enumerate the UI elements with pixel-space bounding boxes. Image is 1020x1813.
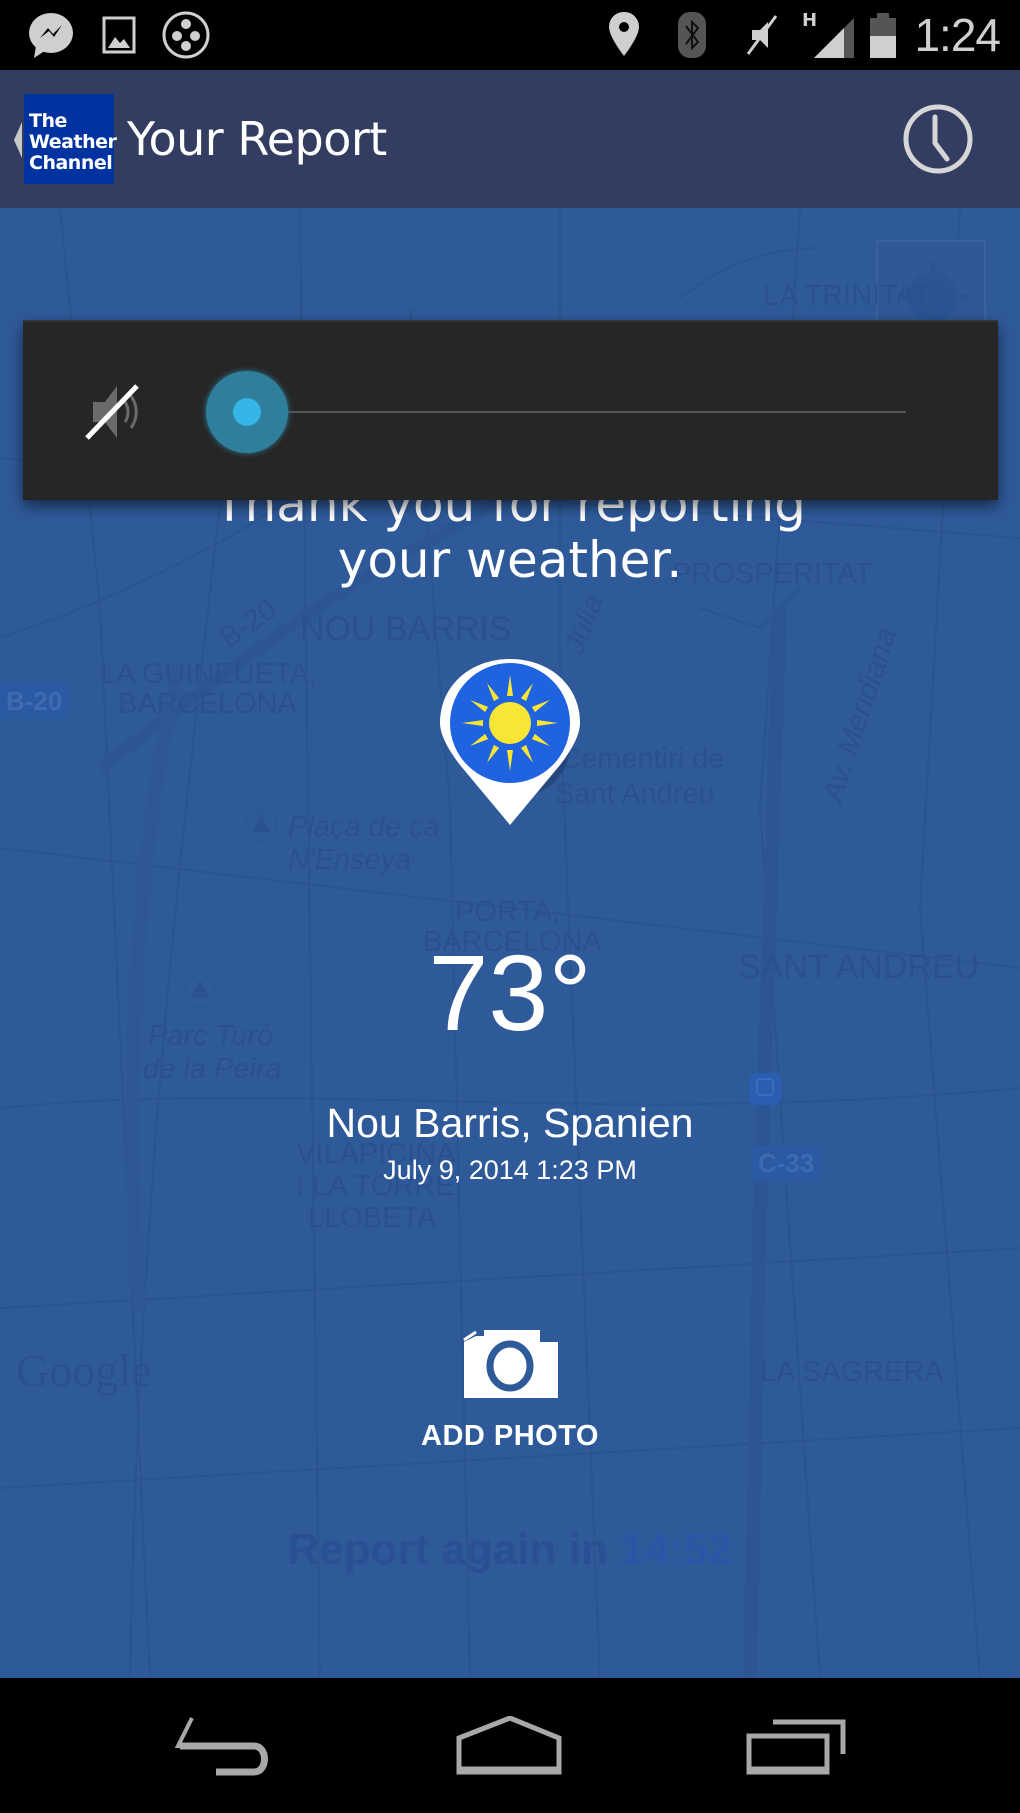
slider-thumb[interactable] <box>233 398 261 426</box>
temperature-value: 73° <box>428 932 592 1053</box>
status-bar: H 1:24 <box>0 0 1020 70</box>
thank-you-line-2: your weather. <box>337 531 683 589</box>
map-label: NOU BARRIS <box>300 610 512 648</box>
weather-channel-logo[interactable]: The Weather Channel <box>24 94 117 184</box>
location-name: Nou Barris, Spanien <box>326 1100 694 1146</box>
logo-line: Channel <box>29 152 113 174</box>
up-chevron-icon[interactable] <box>12 120 24 160</box>
report-datetime: July 9, 2014 1:23 PM <box>383 1155 637 1185</box>
volume-panel <box>23 320 998 500</box>
gallery-icon <box>102 16 136 54</box>
volume-muted-icon[interactable] <box>83 380 153 444</box>
volume-slider[interactable] <box>206 362 931 462</box>
map-label: Cementiri de <box>560 743 725 775</box>
route-badge: B-20 <box>0 684 69 719</box>
history-clock-icon[interactable] <box>902 103 974 175</box>
vibrate-off-icon <box>746 15 778 55</box>
map-label: Plaça de ca <box>288 811 440 843</box>
recents-icon[interactable] <box>745 1716 855 1776</box>
logo-line: The <box>29 110 67 132</box>
report-again-text: Report again in <box>287 1525 608 1574</box>
map-label: LA TRINITAT <box>763 280 931 312</box>
google-watermark: Google <box>16 1345 152 1396</box>
map-label: de la Peira <box>143 1053 282 1085</box>
clock-time: 1:24 <box>914 9 1001 61</box>
map-label: LA GUINEUETA, <box>100 658 318 690</box>
navigation-bar <box>0 1678 1020 1813</box>
page-title: Your Report <box>127 112 387 166</box>
report-again-timer: Report again in 14:52 <box>0 1525 1020 1575</box>
logo-line: Weather <box>29 131 117 153</box>
map-label: PORTA, <box>455 896 561 928</box>
sunny-weather-pin-icon <box>440 659 580 825</box>
home-icon[interactable] <box>455 1716 565 1776</box>
hangouts-circle-icon <box>162 11 210 59</box>
back-icon[interactable] <box>172 1716 282 1776</box>
signal-icon <box>814 18 854 58</box>
park-icon <box>244 808 278 842</box>
map-label: LLOBETA <box>308 1202 437 1234</box>
slider-track <box>246 411 906 413</box>
bluetooth-icon <box>678 12 706 58</box>
map-label: LA SAGRERA <box>760 1356 944 1388</box>
app-bar: The Weather Channel Your Report <box>0 70 1020 208</box>
camera-icon <box>463 1330 558 1398</box>
add-photo-label: ADD PHOTO <box>421 1420 599 1452</box>
messenger-icon <box>29 13 73 58</box>
add-photo-button[interactable]: ADD PHOTO <box>400 1320 620 1460</box>
location-icon <box>609 12 639 56</box>
map-label: BARCELONA <box>118 688 297 720</box>
report-again-countdown: 14:52 <box>619 1525 733 1574</box>
map-label: N'Enseya <box>288 844 412 876</box>
battery-icon <box>870 13 896 58</box>
